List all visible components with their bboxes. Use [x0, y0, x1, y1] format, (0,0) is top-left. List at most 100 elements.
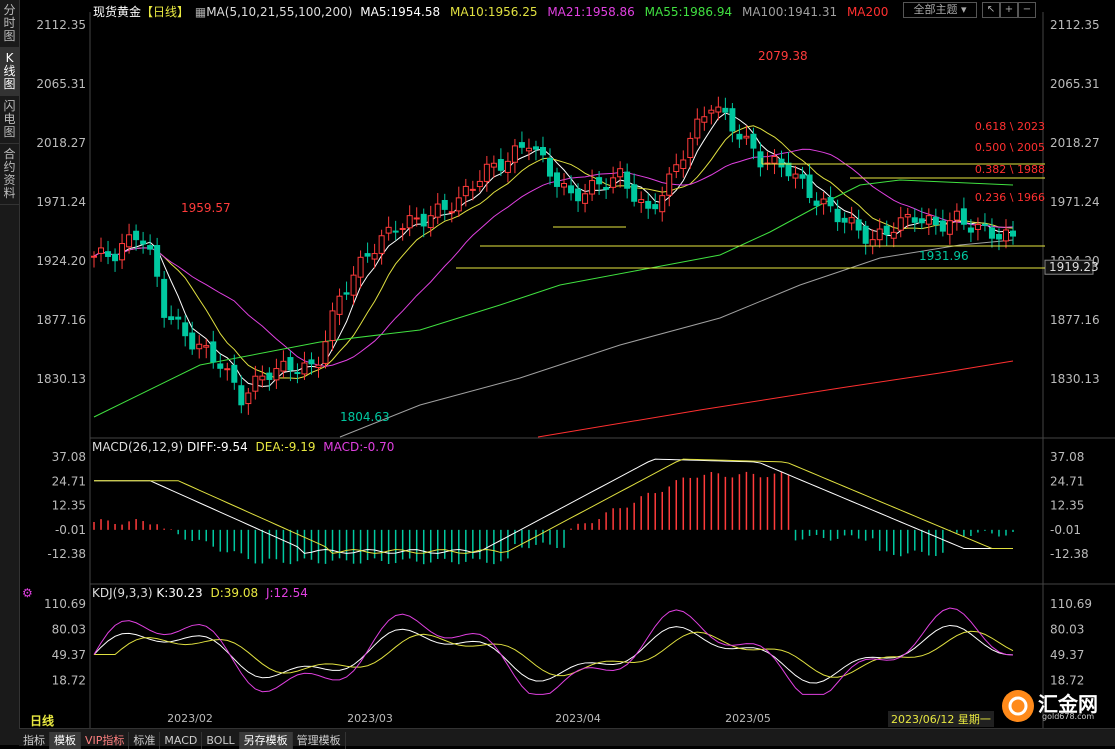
- price-axis-left-label: 2018.27: [36, 136, 86, 150]
- kdj-settings-icon[interactable]: ⚙: [22, 586, 33, 600]
- tab-vip-indicator[interactable]: VIP指标: [81, 732, 130, 749]
- kdj-title: KDJ(9,3,3): [92, 586, 153, 600]
- candle-body: [161, 278, 168, 318]
- candle-body: [841, 217, 848, 223]
- ma5-value: MA5:1954.58: [360, 5, 441, 19]
- tab-indicator[interactable]: 指标: [19, 732, 50, 749]
- candle-body: [652, 204, 659, 210]
- zoom-in-icon[interactable]: +: [1000, 2, 1018, 18]
- candle-body: [806, 174, 813, 198]
- symbol-name: 现货黄金: [93, 5, 142, 19]
- candle-body: [911, 217, 918, 223]
- candle-body: [231, 364, 238, 383]
- high-label-2: 2079.38: [758, 49, 808, 63]
- macd-diff: DIFF:-9.54: [186, 440, 248, 454]
- candle-body: [315, 364, 322, 369]
- date-axis-label: 2023/02: [167, 712, 213, 725]
- cursor-icon[interactable]: ↖: [982, 2, 1000, 18]
- period-label[interactable]: 日线: [30, 712, 54, 729]
- candle-body: [224, 368, 231, 371]
- side-tab-bar: 分时图 K线图 闪电图 合约资料: [0, 0, 20, 745]
- candle-body: [855, 219, 862, 231]
- candle-body: [105, 251, 112, 257]
- price-axis-right-label: 2018.27: [1050, 136, 1100, 150]
- candle-body: [925, 215, 932, 225]
- tab-save-template[interactable]: 另存模板: [239, 732, 293, 749]
- candle-body: [904, 213, 911, 218]
- macd-axis-right-label: 24.71: [1050, 474, 1084, 488]
- candle-body: [483, 163, 490, 182]
- candle-body: [1010, 230, 1016, 237]
- candle-body: [589, 180, 596, 195]
- candle-body: [168, 316, 175, 321]
- candle-body: [799, 174, 806, 179]
- topic-dropdown[interactable]: 全部主题 ▾: [903, 2, 977, 18]
- candle-body: [610, 177, 617, 188]
- candle-body: [133, 230, 140, 241]
- candle-body: [329, 310, 336, 341]
- candle-body: [287, 357, 294, 371]
- candle-body: [743, 135, 750, 139]
- candle-body: [175, 316, 182, 320]
- candle-body: [301, 362, 308, 375]
- period-tag: 【日线】: [141, 5, 190, 19]
- tab-kline-chart[interactable]: K线图: [0, 48, 19, 96]
- candle-body: [1002, 229, 1009, 242]
- candle-body: [575, 188, 582, 202]
- candle-body: [778, 158, 785, 168]
- price-axis-left-label: 2065.31: [36, 77, 86, 91]
- kdj-header: KDJ(9,3,3) K:30.23 D:39.08 J:12.54: [92, 586, 308, 600]
- bottom-toolbar: 指标 模板 VIP指标 标准 MACD BOLL 另存模板 管理模板: [19, 728, 1115, 749]
- candle-body: [869, 239, 876, 247]
- candle-body: [266, 372, 273, 380]
- candle-body: [897, 217, 904, 231]
- tab-boll[interactable]: BOLL: [202, 732, 240, 749]
- macd-dea-line: [94, 458, 1013, 554]
- tab-time-chart[interactable]: 分时图: [0, 0, 19, 48]
- date-axis-label: 2023/04: [555, 712, 601, 725]
- macd-axis-left-label: -12.38: [47, 547, 86, 561]
- candle-body: [490, 162, 497, 168]
- candle-body: [995, 233, 1002, 240]
- candle-body: [119, 243, 126, 261]
- ma-spec: MA(5,10,21,55,100,200): [206, 5, 353, 19]
- price-axis-right-label: 2112.35: [1050, 18, 1100, 32]
- kdj-d-line: [94, 630, 1014, 678]
- tab-flash-chart[interactable]: 闪电图: [0, 96, 19, 144]
- candle-body: [631, 184, 638, 202]
- candle-body: [469, 188, 476, 191]
- candle-body: [813, 200, 820, 206]
- price-axis-left-label: 1830.13: [36, 372, 86, 386]
- candle-body: [525, 147, 532, 152]
- candle-body: [511, 145, 518, 163]
- tab-manage-template[interactable]: 管理模板: [293, 732, 346, 749]
- price-axis-right-label: 1971.24: [1050, 195, 1100, 209]
- candle-body: [245, 392, 252, 405]
- kdj-j: J:12.54: [265, 586, 308, 600]
- candle-body: [112, 253, 119, 262]
- candle-body: [98, 247, 105, 254]
- macd-value: MACD:-0.70: [323, 440, 395, 454]
- ma5-line: [93, 112, 1014, 387]
- macd-title: MACD(26,12,9): [92, 440, 184, 454]
- candle-body: [785, 162, 792, 177]
- zoom-out-icon[interactable]: −: [1018, 2, 1036, 18]
- tab-macd[interactable]: MACD: [160, 732, 203, 749]
- candle-body: [196, 343, 203, 350]
- tab-template[interactable]: 模板: [50, 732, 81, 749]
- ma-icon: ▦: [194, 5, 207, 19]
- candle-body: [624, 171, 631, 189]
- candle-body: [729, 108, 736, 132]
- candle-body: [546, 157, 553, 177]
- candle-body: [694, 118, 701, 139]
- ma55-value: MA55:1986.94: [644, 5, 733, 19]
- candle-body: [876, 228, 883, 241]
- candle-body: [448, 211, 455, 214]
- candle-body: [259, 375, 266, 381]
- macd-axis-left-label: 24.71: [52, 474, 86, 488]
- chart-canvas[interactable]: 2112.35 2065.31 2018.27 1971.24 1924.20 1877.…: [0, 0, 1115, 745]
- tab-contract-info[interactable]: 合约资料: [0, 144, 19, 205]
- candle-body: [406, 215, 413, 229]
- fib-label: 0.236 \ 1966: [975, 191, 1045, 204]
- tab-standard[interactable]: 标准: [129, 732, 161, 749]
